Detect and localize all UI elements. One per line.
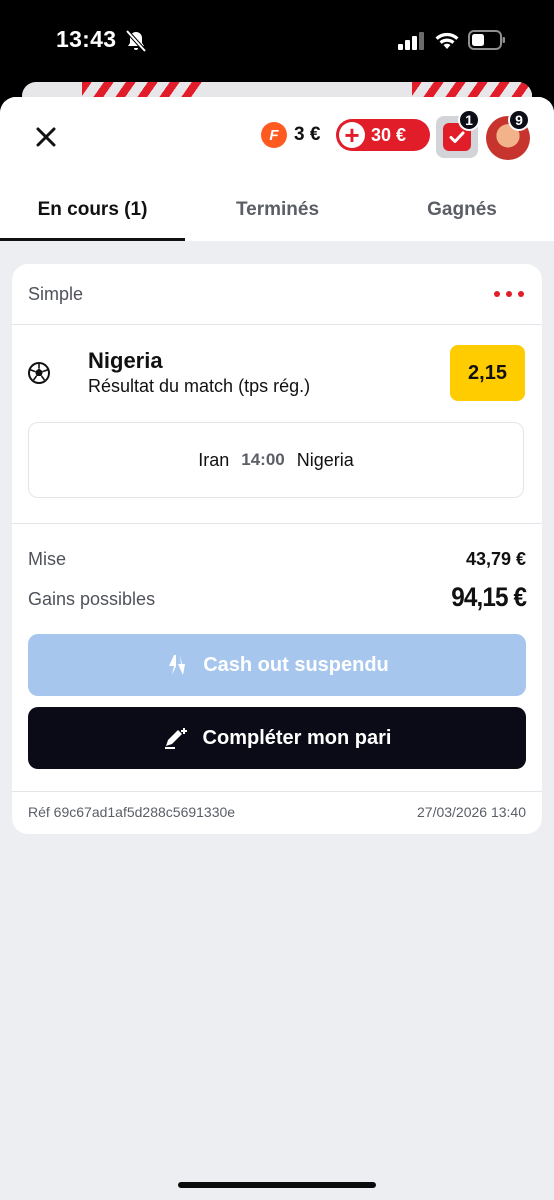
close-button[interactable] — [30, 121, 62, 153]
wifi-icon — [435, 32, 459, 49]
tab-termines[interactable]: Terminés — [185, 185, 370, 241]
more-options-button[interactable] — [494, 284, 524, 304]
bet-date: 27/03/2026 13:40 — [417, 804, 526, 820]
football-icon — [28, 362, 50, 384]
odds-button[interactable]: 2,15 — [450, 345, 525, 401]
check-icon — [449, 131, 465, 143]
home-indicator — [178, 1182, 376, 1188]
market-name: Résultat du match (tps rég.) — [88, 376, 311, 396]
status-time: 13:43 — [56, 26, 117, 52]
bet-type: Simple — [28, 284, 84, 304]
avatar-badge: 9 — [508, 109, 530, 131]
battery-icon — [468, 30, 505, 50]
cashout-icon — [169, 655, 186, 675]
deposit-button[interactable]: + 30 € — [336, 119, 430, 151]
match-info[interactable]: Iran 14:00 Nigeria — [28, 422, 524, 498]
tab-en-cours[interactable]: En cours (1) — [0, 185, 185, 241]
more-icon — [494, 291, 500, 297]
cashout-button[interactable]: Cash out suspendu — [28, 634, 526, 696]
home-team: Iran — [198, 449, 230, 470]
balance-amount: 30 € — [371, 124, 407, 145]
potential-gain-value: 94,15 € — [451, 582, 527, 612]
away-team: Nigeria — [296, 449, 354, 470]
bet-card: Simple Nigeria Résultat du match (tps ré… — [12, 264, 542, 834]
complete-bet-label: Compléter mon pari — [202, 726, 392, 749]
more-icon — [506, 291, 512, 297]
bet-tabs: En cours (1) Terminés Gagnés — [0, 185, 554, 241]
bet-card-header: Simple — [12, 264, 542, 325]
selection-name: Nigeria — [88, 348, 163, 373]
complete-bet-button[interactable]: Compléter mon pari — [28, 707, 526, 769]
tab-gagnes[interactable]: Gagnés — [370, 185, 554, 241]
potential-gain-label: Gains possibles — [28, 589, 156, 609]
freebet-balance[interactable]: F 3 € — [261, 121, 320, 149]
bet-card-footer: Réf 69c67ad1af5d288c5691330e 27/03/2026 … — [12, 791, 542, 834]
betslip-count-badge: 1 — [458, 109, 480, 131]
status-bar: 13:43 — [0, 0, 554, 90]
close-icon — [36, 127, 56, 147]
plus-icon: + — [339, 122, 365, 148]
divider — [12, 523, 542, 524]
cellular-signal-icon — [398, 32, 424, 50]
my-bets-sheet: F 3 € + 30 € 1 9 En cours (1) Terminés G… — [0, 97, 554, 1200]
sheet-header: F 3 € + 30 € 1 9 En cours (1) Terminés G… — [0, 97, 554, 241]
cashout-label: Cash out suspendu — [203, 653, 389, 676]
more-icon — [518, 291, 524, 297]
decorative-stripes — [412, 82, 532, 98]
decorative-stripes — [82, 82, 202, 98]
edit-icon — [164, 728, 187, 749]
freebet-icon: F — [261, 122, 287, 148]
stake-value: 43,79 € — [465, 549, 526, 569]
match-time: 14:00 — [241, 450, 285, 469]
stake-label: Mise — [28, 549, 67, 569]
bell-slash-icon — [125, 30, 147, 52]
bet-reference: Réf 69c67ad1af5d288c5691330e — [28, 804, 236, 820]
freebet-amount: 3 € — [294, 124, 321, 145]
